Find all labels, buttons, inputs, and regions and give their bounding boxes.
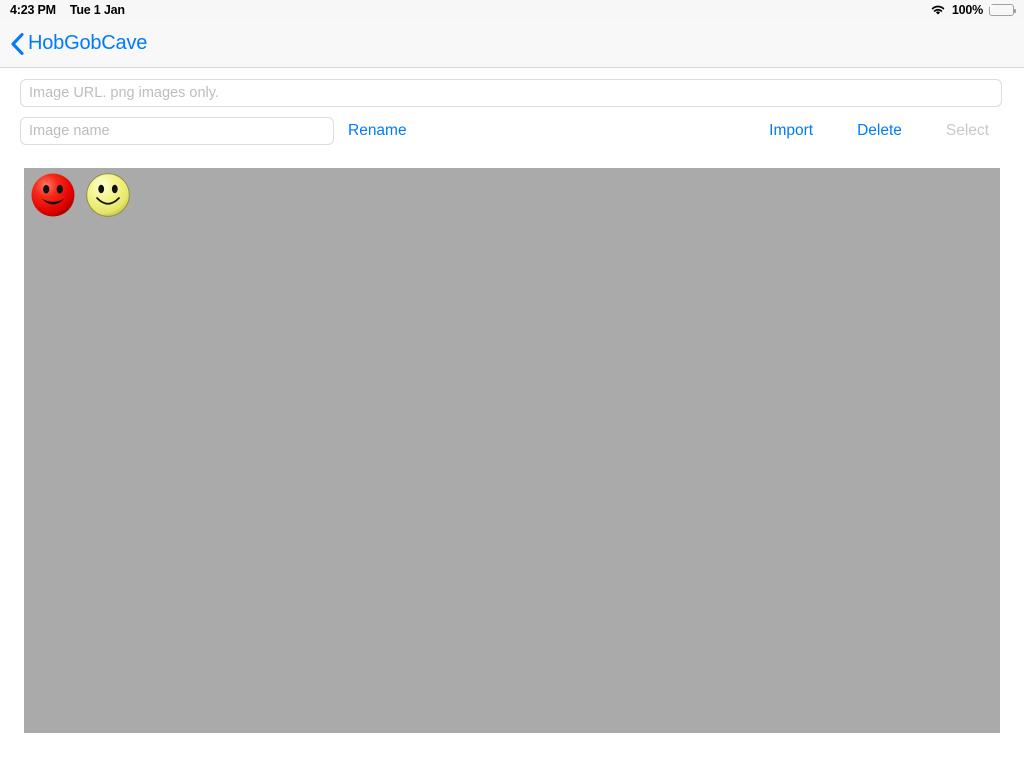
rename-button[interactable]: Rename xyxy=(348,122,407,140)
delete-button[interactable]: Delete xyxy=(857,122,902,140)
chevron-left-icon xyxy=(11,32,24,55)
back-button[interactable]: HobGobCave xyxy=(0,32,147,55)
back-button-label: HobGobCave xyxy=(28,32,148,54)
select-button[interactable]: Select xyxy=(946,122,989,140)
status-time: 4:23 PM xyxy=(10,3,56,17)
battery-charging-icon xyxy=(988,1,1016,16)
image-name-field-wrapper xyxy=(20,117,334,145)
status-bar-right: 100% xyxy=(930,0,1016,20)
battery-percent-label: 100% xyxy=(951,3,983,17)
status-bar-left: 4:23 PM Tue 1 Jan xyxy=(10,0,125,20)
status-date: Tue 1 Jan xyxy=(69,3,125,17)
image-gallery-panel[interactable] xyxy=(24,168,1000,733)
toolbar-actions: Import Delete Select xyxy=(769,122,1004,140)
image-url-row xyxy=(20,79,1002,107)
image-name-input[interactable] xyxy=(20,117,334,145)
navigation-bar: HobGobCave xyxy=(0,20,1024,68)
image-name-row: Rename Import Delete Select xyxy=(20,117,1004,145)
main-content: Rename Import Delete Select xyxy=(0,69,1024,768)
thumbnail-strip xyxy=(30,172,131,218)
status-bar: 4:23 PM Tue 1 Jan 100% xyxy=(0,0,1024,20)
image-url-input[interactable] xyxy=(20,79,1002,107)
wifi-icon xyxy=(930,4,946,16)
red-smiley-face-thumbnail[interactable] xyxy=(30,172,76,218)
import-button[interactable]: Import xyxy=(769,122,813,140)
yellow-smiley-face-thumbnail[interactable] xyxy=(85,172,131,218)
